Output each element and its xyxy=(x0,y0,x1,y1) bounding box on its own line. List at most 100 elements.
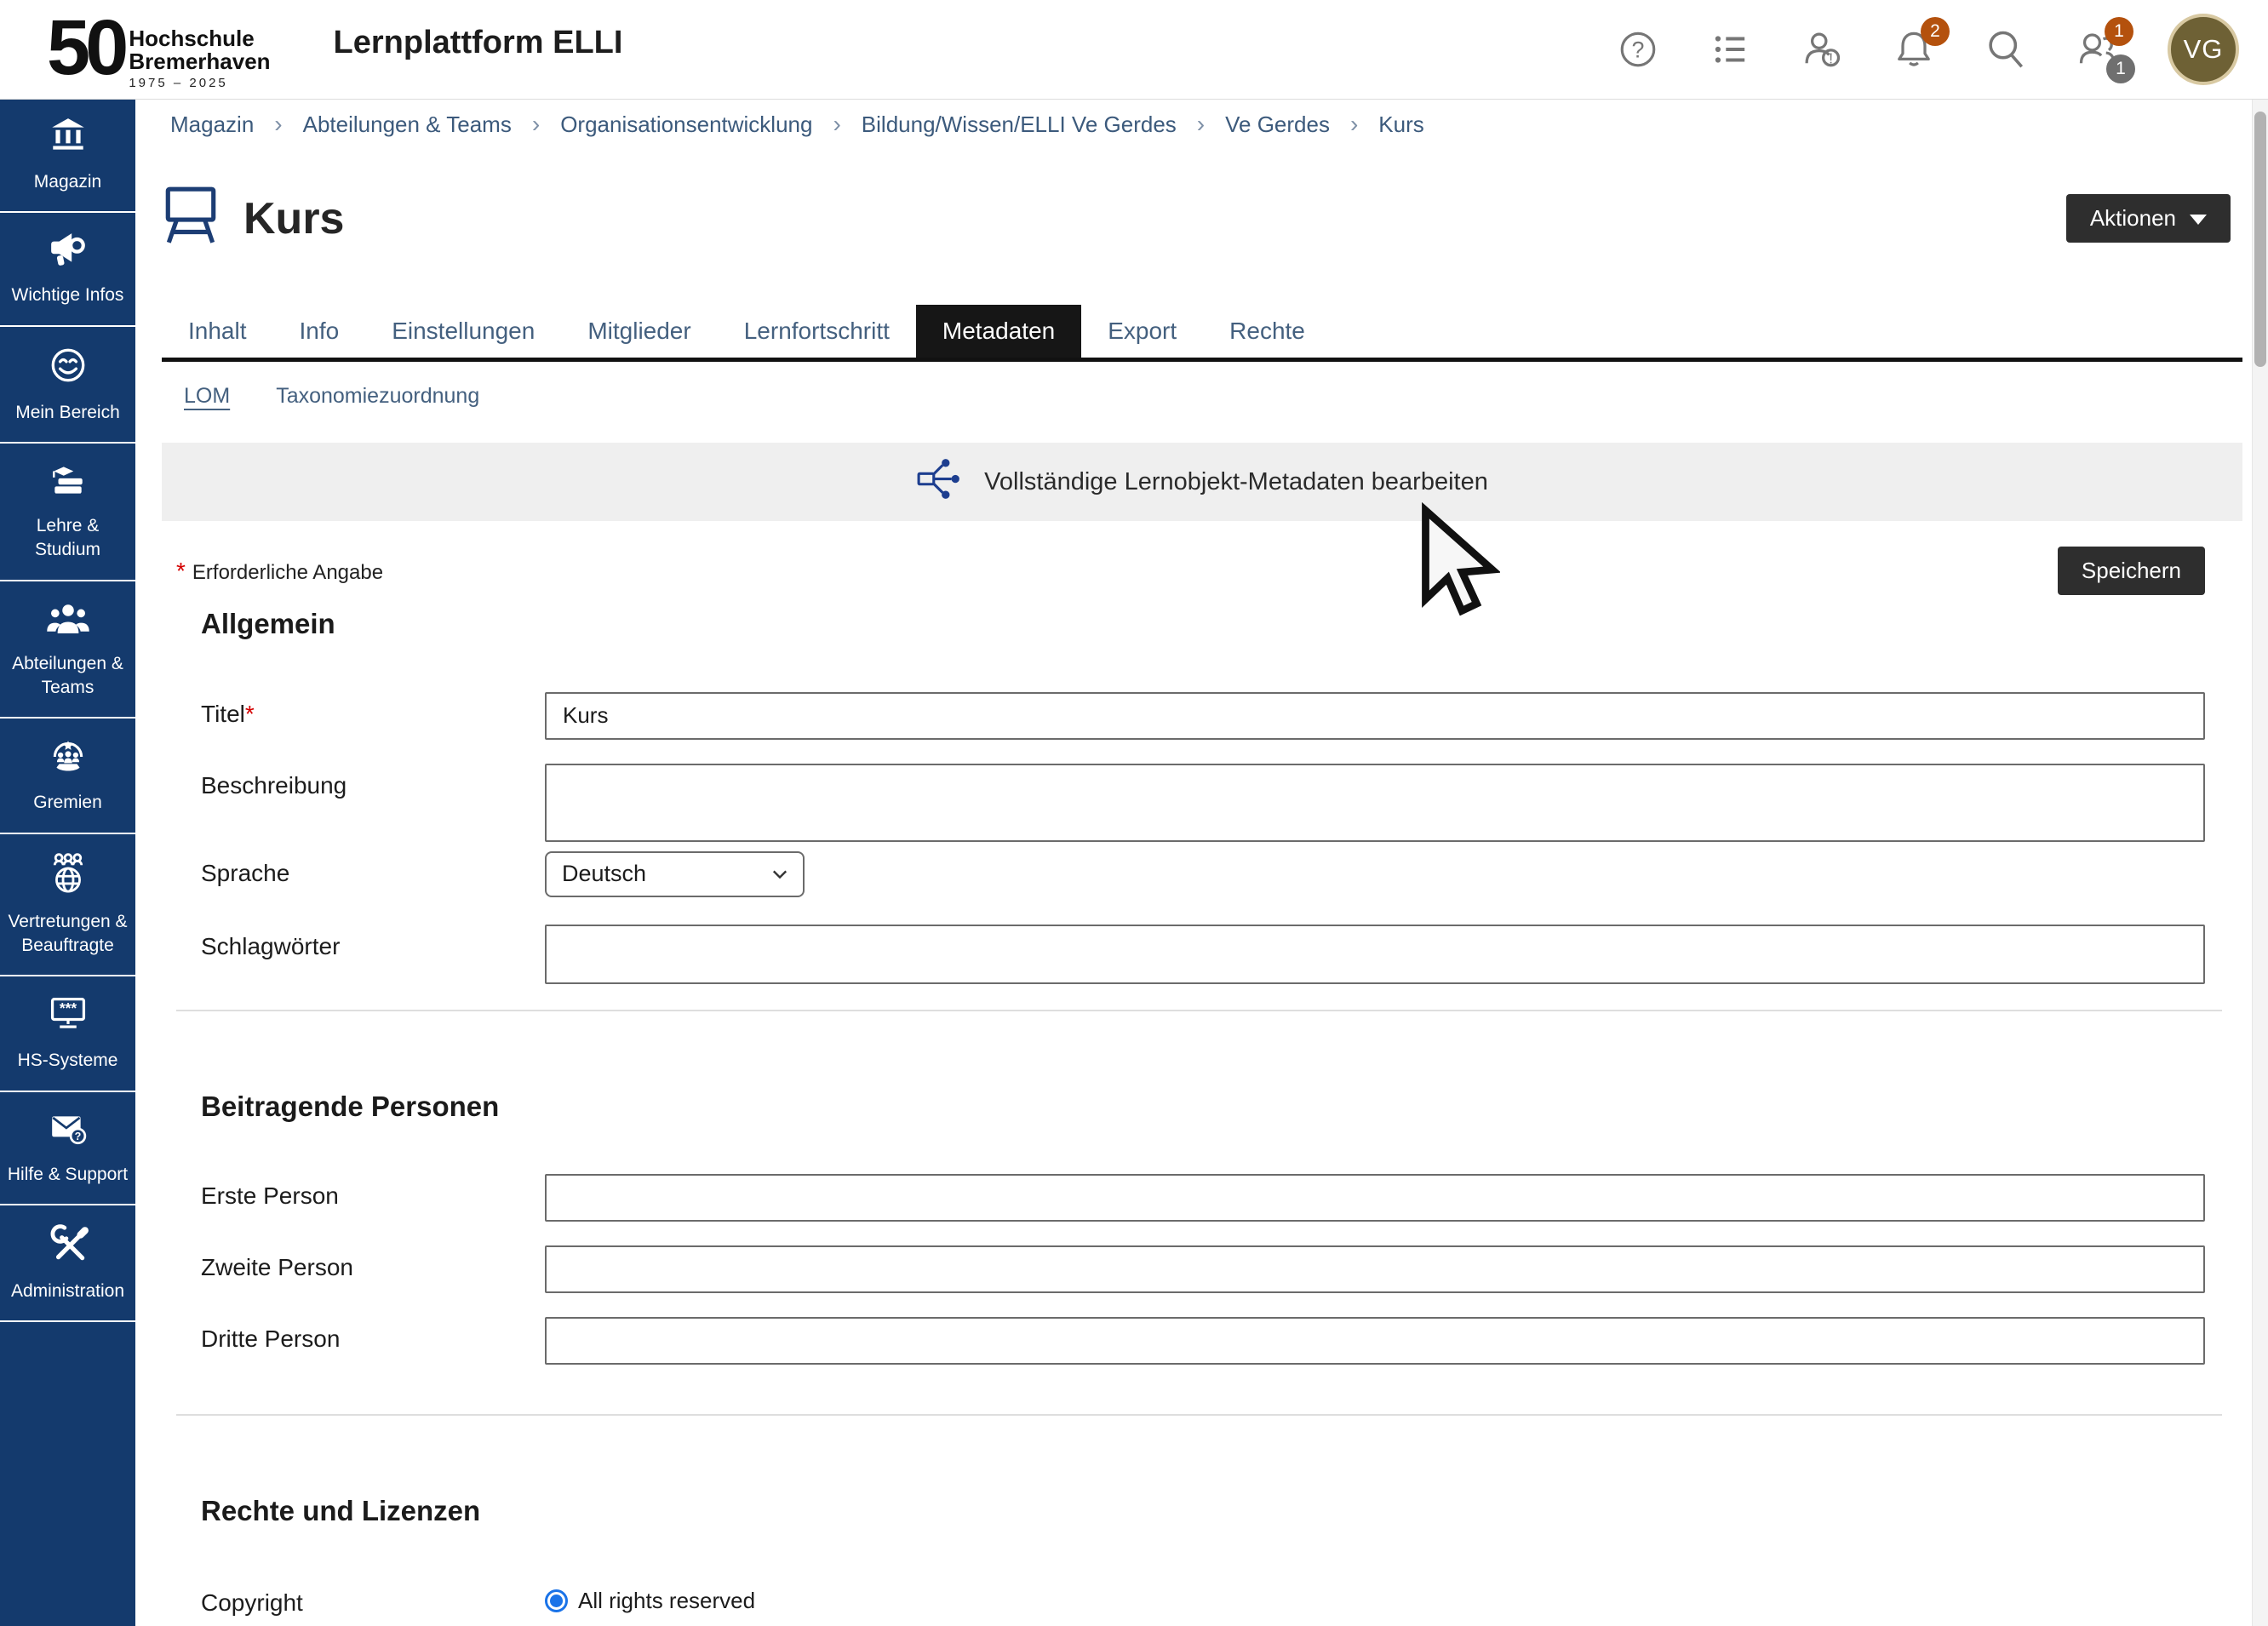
tab-mitglieder[interactable]: Mitglieder xyxy=(561,305,717,358)
scrollbar-track[interactable] xyxy=(2252,100,2268,1626)
dritte-person-input[interactable] xyxy=(545,1317,2205,1365)
copyright-option-label: All rights reserved xyxy=(578,1588,755,1614)
copyright-label: Copyright xyxy=(201,1581,545,1617)
sprache-select-value: Deutsch xyxy=(562,861,646,887)
sidebar-item-abteilungen-teams[interactable]: Abteilungen & Teams xyxy=(0,581,135,719)
sidebar-item-gremien[interactable]: Gremien xyxy=(0,719,135,833)
people-globe-icon xyxy=(46,851,90,900)
sidebar-filler xyxy=(0,1322,135,1626)
form-row-sprache: Sprache Deutsch xyxy=(162,851,2242,897)
actions-button[interactable]: Aktionen xyxy=(2066,194,2231,243)
beschreibung-label: Beschreibung xyxy=(201,764,545,799)
breadcrumb-item[interactable]: Abteilungen & Teams xyxy=(303,112,512,138)
search-icon[interactable] xyxy=(1984,27,2028,72)
breadcrumb-separator: › xyxy=(1350,111,1358,138)
sidebar-item-label: Administration xyxy=(11,1280,124,1303)
notification-badge: 2 xyxy=(1921,17,1950,46)
sidebar-item-hilfe-support[interactable]: ? Hilfe & Support xyxy=(0,1092,135,1205)
subtab-taxonomiezuordnung[interactable]: Taxonomiezuordnung xyxy=(276,384,479,409)
section-heading-beitragende: Beitragende Personen xyxy=(201,1090,2242,1124)
form-row-dritte-person: Dritte Person xyxy=(162,1317,2242,1365)
form-toolbar: *Erforderliche Angabe Speichern xyxy=(162,547,2242,595)
form-row-schlagwoerter: Schlagwörter xyxy=(162,925,2242,984)
tab-einstellungen[interactable]: Einstellungen xyxy=(365,305,561,358)
scrollbar-thumb[interactable] xyxy=(2254,112,2266,367)
required-star: * xyxy=(176,558,186,584)
course-icon xyxy=(162,185,220,252)
sidebar-item-label: Gremien xyxy=(33,791,102,815)
breadcrumb-item[interactable]: Bildung/Wissen/ELLI Ve Gerdes xyxy=(862,112,1177,138)
page-title: Kurs xyxy=(243,193,344,244)
sidebar-item-label: Lehre & Studium xyxy=(5,514,130,563)
form-row-copyright: Copyright All rights reserved xyxy=(162,1581,2242,1617)
sprache-select[interactable]: Deutsch xyxy=(545,851,805,897)
sidebar-item-label: Magazin xyxy=(34,170,101,194)
sidebar-item-vertretungen[interactable]: Vertretungen & Beauftragte xyxy=(0,834,135,977)
user-avatar[interactable]: VG xyxy=(2168,14,2239,85)
password-glyph: *** xyxy=(59,999,76,1016)
sidebar-item-wichtige-infos[interactable]: Wichtige Infos xyxy=(0,213,135,326)
beschreibung-textarea[interactable] xyxy=(545,764,2205,842)
section-heading-rechte: Rechte und Lizenzen xyxy=(201,1494,2242,1528)
notifications-bell-icon[interactable]: 2 xyxy=(1892,27,1936,72)
bank-icon xyxy=(47,117,89,160)
banner-label: Vollständige Lernobjekt-Metadaten bearbe… xyxy=(984,468,1488,496)
header-toolbar: ? ! xyxy=(1616,14,2239,85)
contacts-icon[interactable]: 1 1 xyxy=(2076,27,2120,72)
schlagwoerter-label: Schlagwörter xyxy=(201,925,545,960)
breadcrumb-item[interactable]: Ve Gerdes xyxy=(1225,112,1330,138)
help-glyph: ? xyxy=(1632,37,1645,62)
app-window: 50 Hochschule Bremerhaven 1975 – 2025 Le… xyxy=(0,0,2268,1626)
committee-icon xyxy=(46,736,90,781)
form-row-titel: Titel* xyxy=(162,692,2242,740)
caret-down-icon xyxy=(2190,215,2207,225)
tab-export[interactable]: Export xyxy=(1081,305,1203,358)
contacts-badge-top: 1 xyxy=(2105,17,2133,46)
tools-icon xyxy=(47,1222,89,1269)
mail-question-icon: ? xyxy=(46,1109,90,1153)
zweite-person-label: Zweite Person xyxy=(201,1245,545,1281)
edit-full-metadata-banner[interactable]: Vollständige Lernobjekt-Metadaten bearbe… xyxy=(162,443,2242,521)
tab-info[interactable]: Info xyxy=(273,305,366,358)
megaphone-icon xyxy=(46,230,90,273)
erste-person-input[interactable] xyxy=(545,1174,2205,1222)
section-divider xyxy=(176,1010,2222,1011)
subtab-lom[interactable]: LOM xyxy=(184,384,230,409)
sidebar-item-administration[interactable]: Administration xyxy=(0,1205,135,1322)
sidebar-item-label: HS-Systeme xyxy=(18,1049,118,1073)
alert-glyph: ! xyxy=(1829,49,1833,66)
save-button[interactable]: Speichern xyxy=(2058,547,2205,595)
main-menu-list-icon[interactable] xyxy=(1708,27,1752,72)
sidebar-item-label: Wichtige Infos xyxy=(12,283,124,307)
schlagwoerter-input[interactable] xyxy=(545,925,2205,984)
sidebar-item-magazin[interactable]: Magazin xyxy=(0,100,135,213)
sidebar-item-hs-systeme[interactable]: *** HS-Systeme xyxy=(0,976,135,1091)
tab-metadaten[interactable]: Metadaten xyxy=(916,305,1081,358)
titel-required-star: * xyxy=(245,701,255,727)
titel-input[interactable] xyxy=(545,692,2205,740)
people-group-icon xyxy=(45,598,91,642)
sprache-label: Sprache xyxy=(201,851,545,887)
zweite-person-input[interactable] xyxy=(545,1245,2205,1293)
copyright-radio-selected[interactable] xyxy=(545,1589,568,1612)
titel-label: Titel* xyxy=(201,692,545,728)
required-note: *Erforderliche Angabe xyxy=(162,558,383,585)
sidebar-item-lehre-studium[interactable]: Lehre & Studium xyxy=(0,444,135,581)
section-heading-allgemein: Allgemein xyxy=(201,607,2242,641)
breadcrumb-item[interactable]: Organisationsentwicklung xyxy=(560,112,812,138)
chevron-down-icon xyxy=(772,869,788,879)
tab-rechte[interactable]: Rechte xyxy=(1203,305,1332,358)
breadcrumb: Magazin › Abteilungen & Teams › Organisa… xyxy=(135,100,2253,149)
form-row-beschreibung: Beschreibung xyxy=(162,764,2242,846)
breadcrumb-item-current[interactable]: Kurs xyxy=(1378,112,1423,138)
help-icon[interactable]: ? xyxy=(1616,27,1660,72)
tab-inhalt[interactable]: Inhalt xyxy=(162,305,273,358)
tab-lernfortschritt[interactable]: Lernfortschritt xyxy=(718,305,916,358)
save-button-label: Speichern xyxy=(2082,558,2181,584)
books-graduation-icon xyxy=(46,461,90,504)
form-row-zweite-person: Zweite Person xyxy=(162,1245,2242,1293)
online-status-icon[interactable]: ! xyxy=(1800,27,1844,72)
breadcrumb-item[interactable]: Magazin xyxy=(170,112,254,138)
hochschule-bremerhaven-logo: 50 Hochschule Bremerhaven 1975 – 2025 xyxy=(47,9,271,90)
sidebar-item-mein-bereich[interactable]: Mein Bereich xyxy=(0,327,135,444)
